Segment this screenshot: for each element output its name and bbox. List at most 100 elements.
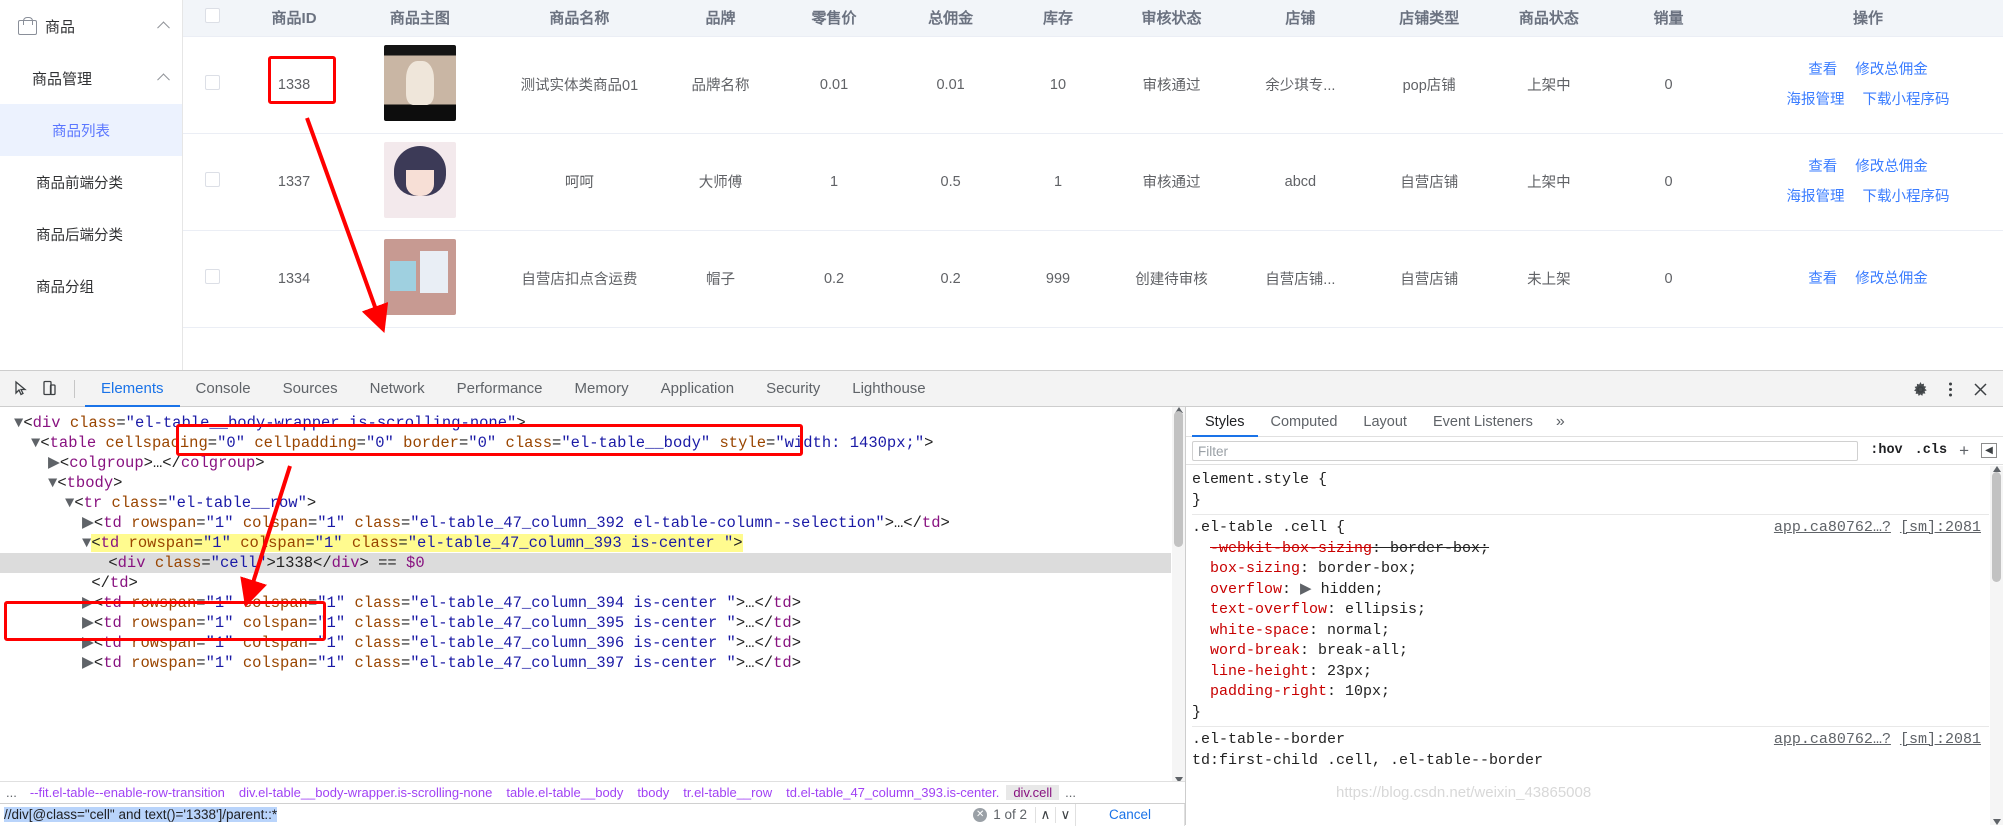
column-header-commission[interactable]: 总佣金 [892,0,1009,37]
css-rule[interactable]: .el-table--border app.ca80762…? [sm]:2081… [1192,730,1989,771]
column-header-name[interactable]: 商品名称 [493,0,666,37]
column-header-audit[interactable]: 审核状态 [1107,0,1236,37]
inspect-cursor-icon[interactable] [8,376,34,402]
column-header-price[interactable]: 零售价 [775,0,893,37]
sidebar-item-back-category[interactable]: 商品后端分类 [0,208,182,260]
action-edit-commission[interactable]: 修改总佣金 [1855,159,1928,175]
css-declaration[interactable]: box-sizing: border-box; [1192,559,1989,580]
action-edit-commission[interactable]: 修改总佣金 [1855,62,1928,78]
row-checkbox-cell[interactable] [183,230,242,328]
sidebar-item-front-category[interactable]: 商品前端分类 [0,156,182,208]
sidebar-item-product-list[interactable]: 商品列表 [0,104,182,156]
action-download-miniprogram-code[interactable]: 下载小程序码 [1862,189,1949,205]
devtools-tab-application[interactable]: Application [645,371,750,407]
css-selector[interactable]: element.style { [1192,470,1989,491]
table-row[interactable]: 1338 测试实体类商品01 品牌名称 0.01 0.01 10 审核通过 余少… [183,36,2003,134]
clear-x-icon[interactable]: ✕ [973,807,988,822]
action-view[interactable]: 查看 [1808,271,1837,287]
gear-icon[interactable] [1905,371,1935,407]
sidebar-item-product-group[interactable]: 商品分组 [0,260,182,312]
dom-tree-line[interactable]: ▼<tr class="el-table__row"> [0,493,1171,513]
devtools-tab-security[interactable]: Security [750,371,836,407]
row-checkbox-cell[interactable] [183,36,242,134]
column-header-product-status[interactable]: 商品状态 [1493,0,1605,37]
breadcrumb-item[interactable]: td.el-table_47_column_393.is-center. [779,785,1006,800]
search-prev-button[interactable]: ∧ [1035,806,1055,823]
styles-filter-input[interactable]: Filter [1192,440,1859,461]
css-selector[interactable]: .el-table--border app.ca80762…? [sm]:2081 [1192,730,1989,751]
row-checkbox[interactable] [204,269,220,284]
dom-tree-line[interactable]: ▼<div class="el-table__body-wrapper is-s… [0,413,1171,433]
table-row[interactable]: 1337 呵呵 大师傅 1 0.5 1 审核通过 abcd 自营店铺 上架中 0… [183,133,2003,231]
dom-tree-line[interactable]: <div class="cell">1338</div> == $0 [0,553,1171,573]
column-header-actions[interactable]: 操作 [1732,0,2003,37]
breadcrumb-item[interactable]: tr.el-table__row [676,785,779,800]
device-toggle-icon[interactable] [36,376,62,402]
action-edit-commission[interactable]: 修改总佣金 [1855,271,1928,287]
breadcrumb-item[interactable]: tbody [630,785,676,800]
column-header-shop-type[interactable]: 店铺类型 [1364,0,1494,37]
close-icon[interactable] [1965,371,1995,407]
chevron-double-right-icon[interactable]: » [1546,413,1575,431]
css-declaration[interactable]: padding-right: 10px; [1192,682,1989,703]
styles-tab-layout[interactable]: Layout [1350,407,1420,437]
css-declaration[interactable]: white-space: normal; [1192,621,1989,642]
action-poster-manage[interactable]: 海报管理 [1786,92,1844,108]
cls-toggle-button[interactable]: .cls [1915,443,1947,458]
breadcrumb-item[interactable]: div.el-table__body-wrapper.is-scrolling-… [232,785,499,800]
dom-tree-line[interactable]: ▶<td rowspan="1" colspan="1" class="el-t… [0,513,1171,533]
devtools-tab-sources[interactable]: Sources [267,371,354,407]
devtools-tab-elements[interactable]: Elements [85,371,180,407]
devtools-tab-performance[interactable]: Performance [441,371,559,407]
dom-tree-line[interactable]: </td> [0,573,1171,593]
breadcrumb-overflow-ellipsis[interactable]: ... [0,785,23,800]
styles-tab-styles[interactable]: Styles [1192,407,1258,437]
dom-tree-line[interactable]: ▶<td rowspan="1" colspan="1" class="el-t… [0,593,1171,613]
css-declaration[interactable]: overflow: ▶ hidden; [1192,580,1989,601]
styles-tab-computed[interactable]: Computed [1258,407,1351,437]
column-header-stock[interactable]: 库存 [1008,0,1108,37]
dom-tree-line[interactable]: ▼<table cellspacing="0" cellpadding="0" … [0,433,1171,453]
css-rule[interactable]: .el-table .cell {app.ca80762…? [sm]:2081… [1192,518,1989,723]
breadcrumb-item[interactable]: --fit.el-table--enable-row-transition [23,785,232,800]
hov-toggle-button[interactable]: :hov [1870,443,1902,458]
select-all-header[interactable] [183,0,242,37]
scrollbar-thumb[interactable] [1992,472,2001,582]
breadcrumb-item[interactable]: table.el-table__body [499,785,630,800]
dom-tree-line[interactable]: ▼<td rowspan="1" colspan="1" class="el-t… [0,533,1171,553]
css-declaration[interactable]: word-break: break-all; [1192,641,1989,662]
column-header-shop[interactable]: 店铺 [1235,0,1365,37]
css-rules[interactable]: element.style {} .el-table .cell {app.ca8… [1186,466,1989,825]
styles-tab-event-listeners[interactable]: Event Listeners [1420,407,1546,437]
row-checkbox-cell[interactable] [183,133,242,231]
css-declaration[interactable]: line-height: 23px; [1192,662,1989,683]
search-next-button[interactable]: ∨ [1055,806,1075,823]
action-view[interactable]: 查看 [1808,62,1837,78]
dom-tree-scrollbar[interactable] [1172,407,1185,783]
devtools-tab-console[interactable]: Console [180,371,267,407]
action-poster-manage[interactable]: 海报管理 [1786,189,1844,205]
dom-tree-line[interactable]: ▶<colgroup>…</colgroup> [0,453,1171,473]
row-checkbox[interactable] [204,75,220,90]
scroll-down-arrow-icon[interactable] [1992,819,2001,825]
dom-tree-line[interactable]: ▶<td rowspan="1" colspan="1" class="el-t… [0,653,1171,673]
sidebar-group-commodity[interactable]: 商品 [0,0,182,52]
breadcrumb-trailing-ellipsis[interactable]: ... [1059,785,1082,800]
action-download-miniprogram-code[interactable]: 下载小程序码 [1862,92,1949,108]
scrollbar-thumb[interactable] [1174,411,1183,547]
dom-tree-line[interactable]: ▼<tbody> [0,473,1171,493]
search-input[interactable]: //div[@class="cell" and text()='1338']/p… [0,807,973,822]
dom-tree-line[interactable]: ▶<td rowspan="1" colspan="1" class="el-t… [0,613,1171,633]
devtools-tab-network[interactable]: Network [354,371,441,407]
devtools-tab-lighthouse[interactable]: Lighthouse [836,371,941,407]
css-selector[interactable]: .el-table .cell {app.ca80762…? [sm]:2081 [1192,518,1989,539]
select-all-checkbox[interactable] [204,8,220,24]
dom-tree[interactable]: ▼<div class="el-table__body-wrapper is-s… [0,407,1171,783]
css-declaration[interactable]: text-overflow: ellipsis; [1192,600,1989,621]
styles-scrollbar[interactable] [1990,466,2003,825]
css-rule[interactable]: element.style {} [1192,470,1989,511]
kebab-menu-icon[interactable] [1935,371,1965,407]
new-style-rule-button[interactable]: + [1959,441,1969,461]
sidebar-submenu-product-management[interactable]: 商品管理 [0,52,182,104]
column-header-sales[interactable]: 销量 [1604,0,1733,37]
